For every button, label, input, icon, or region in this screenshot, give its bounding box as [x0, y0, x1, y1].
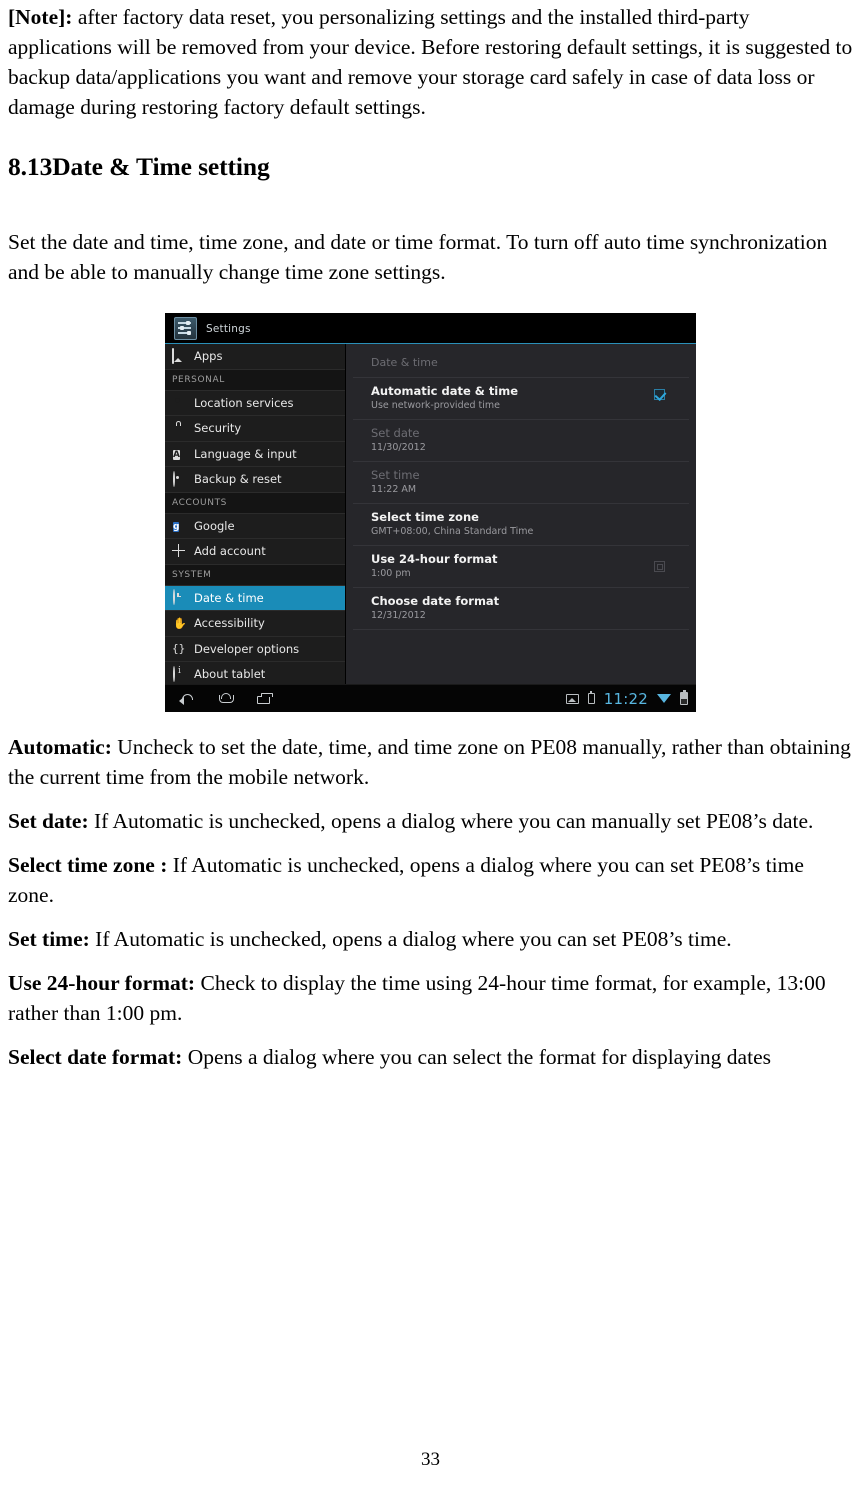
sidebar-item-label: Accessibility	[194, 616, 265, 631]
row-title: Set date	[371, 426, 420, 440]
row-subtitle: Use network-provided time	[371, 400, 500, 411]
row-subtitle: 11/30/2012	[371, 442, 426, 453]
definition-desc: Opens a dialog where you can select the …	[182, 1045, 771, 1069]
sidebar-item-label: Date & time	[194, 590, 264, 605]
sidebar-item-label: Security	[194, 421, 242, 436]
row-title: Automatic date & time	[371, 384, 519, 398]
info-icon	[172, 665, 187, 682]
settings-sidebar: Apps PERSONAL Location services Security…	[165, 344, 346, 688]
nav-button-group	[179, 691, 274, 706]
sidebar-item-add-account[interactable]: Add account	[165, 539, 345, 565]
row-title: Use 24-hour format	[371, 552, 498, 566]
braces-icon: {}	[172, 642, 186, 656]
back-icon[interactable]	[179, 691, 196, 706]
sidebar-item-language-input[interactable]: A Language & input	[165, 441, 345, 467]
definition-desc: If Automatic is unchecked, opens a dialo…	[89, 927, 732, 951]
row-subtitle: 11:22 AM	[371, 484, 417, 495]
sidebar-item-developer-options[interactable]: {} Developer options	[165, 636, 345, 662]
row-subtitle: 12/31/2012	[371, 610, 426, 621]
recent-apps-icon[interactable]	[257, 691, 274, 706]
sidebar-item-google[interactable]: g Google	[165, 513, 345, 539]
sidebar-item-accessibility[interactable]: ✋ Accessibility	[165, 611, 345, 637]
definition-list: Automatic: Uncheck to set the date, time…	[8, 732, 853, 1072]
sidebar-item-label: Location services	[194, 395, 294, 410]
app-title: Settings	[206, 322, 251, 335]
sidebar-item-label: Backup & reset	[194, 472, 282, 487]
setting-row-choose-date-format[interactable]: Choose date format 12/31/2012	[353, 588, 689, 630]
definition-use-24-hour-format: Use 24-hour format: Check to display the…	[8, 968, 853, 1028]
row-subtitle: 1:00 pm	[371, 568, 411, 579]
definition-automatic: Automatic: Uncheck to set the date, time…	[8, 732, 853, 792]
wifi-icon	[657, 693, 671, 704]
definition-set-time: Set time: If Automatic is unchecked, ope…	[8, 924, 853, 954]
apps-image-icon	[172, 347, 187, 364]
definition-term: Select time zone :	[8, 853, 168, 877]
sidebar-item-label: Language & input	[194, 446, 297, 461]
sidebar-item-label: Add account	[194, 544, 266, 559]
note-paragraph: [Note]: after factory data reset, you pe…	[8, 0, 853, 122]
sidebar-item-label: Google	[194, 518, 235, 533]
intro-paragraph: Set the date and time, time zone, and da…	[8, 230, 828, 284]
row-title: Set time	[371, 468, 420, 482]
language-a-icon: A	[173, 450, 180, 461]
definition-term: Set date:	[8, 809, 89, 833]
definition-desc: If Automatic is unchecked, opens a dialo…	[88, 809, 814, 833]
setting-row-set-date[interactable]: Set date 11/30/2012	[353, 420, 689, 462]
use-24-hour-format-checkbox[interactable]	[654, 561, 665, 572]
sidebar-header-accounts: ACCOUNTS	[165, 492, 345, 514]
row-title: Choose date format	[371, 594, 500, 608]
sidebar-item-location-services[interactable]: Location services	[165, 390, 345, 416]
automatic-date-time-checkbox[interactable]	[654, 389, 665, 400]
section-heading: 8.13Date & Time setting	[8, 152, 270, 181]
setting-row-automatic-date-time[interactable]: Automatic date & time Use network-provid…	[353, 378, 689, 420]
definition-term: Use 24-hour format:	[8, 971, 196, 995]
plus-icon	[172, 544, 187, 559]
definition-term: Automatic:	[8, 735, 112, 759]
home-icon[interactable]	[218, 691, 235, 706]
usb-icon	[587, 691, 595, 704]
location-pin-icon	[172, 395, 187, 410]
sidebar-item-label: Apps	[194, 349, 223, 364]
definition-term: Set time:	[8, 927, 90, 951]
hand-icon: ✋	[173, 616, 187, 630]
date-time-panel: Date & time Automatic date & time Use ne…	[346, 344, 696, 684]
sidebar-item-apps[interactable]: Apps	[165, 344, 345, 370]
definition-set-date: Set date: If Automatic is unchecked, ope…	[8, 806, 853, 836]
backup-circle-icon	[172, 470, 187, 487]
tablet-screen: Settings Apps PERSONAL Location services	[165, 313, 696, 712]
clock-icon	[172, 589, 187, 606]
definition-term: Select date format:	[8, 1045, 183, 1069]
sidebar-header-system: SYSTEM	[165, 564, 345, 586]
settings-body: Apps PERSONAL Location services Security…	[165, 344, 696, 688]
system-bar: 11:22	[165, 684, 696, 712]
lock-icon	[172, 421, 187, 436]
note-text: after factory data reset, you personaliz…	[8, 5, 853, 119]
sidebar-header-personal: PERSONAL	[165, 369, 345, 391]
sidebar-item-backup-reset[interactable]: Backup & reset	[165, 467, 345, 493]
panel-title: Date & time	[353, 351, 689, 378]
definition-select-date-format: Select date format: Opens a dialog where…	[8, 1042, 853, 1072]
battery-icon	[680, 690, 688, 705]
figure-tablet-screenshot: Settings Apps PERSONAL Location services	[8, 313, 853, 712]
definition-select-time-zone: Select time zone : If Automatic is unche…	[8, 850, 853, 910]
sidebar-item-date-time[interactable]: Date & time	[165, 585, 345, 611]
sidebar-item-label: Developer options	[194, 641, 300, 656]
setting-row-select-time-zone[interactable]: Select time zone GMT+08:00, China Standa…	[353, 504, 689, 546]
note-label: [Note]:	[8, 5, 73, 29]
google-icon: g	[173, 522, 180, 533]
document-page: [Note]: after factory data reset, you pe…	[0, 0, 861, 1489]
settings-titlebar: Settings	[165, 313, 696, 344]
sidebar-item-security[interactable]: Security	[165, 416, 345, 442]
page-number: 33	[421, 1449, 440, 1470]
setting-row-use-24-hour-format[interactable]: Use 24-hour format 1:00 pm	[353, 546, 689, 588]
settings-sliders-icon	[174, 317, 197, 340]
row-title: Select time zone	[371, 510, 479, 524]
status-icon-group[interactable]: 11:22	[565, 689, 688, 708]
sidebar-item-label: About tablet	[194, 667, 266, 682]
row-subtitle: GMT+08:00, China Standard Time	[371, 526, 534, 537]
definition-desc: Uncheck to set the date, time, and time …	[8, 735, 851, 789]
status-clock: 11:22	[603, 689, 648, 708]
screenshot-icon	[565, 693, 579, 704]
setting-row-set-time[interactable]: Set time 11:22 AM	[353, 462, 689, 504]
